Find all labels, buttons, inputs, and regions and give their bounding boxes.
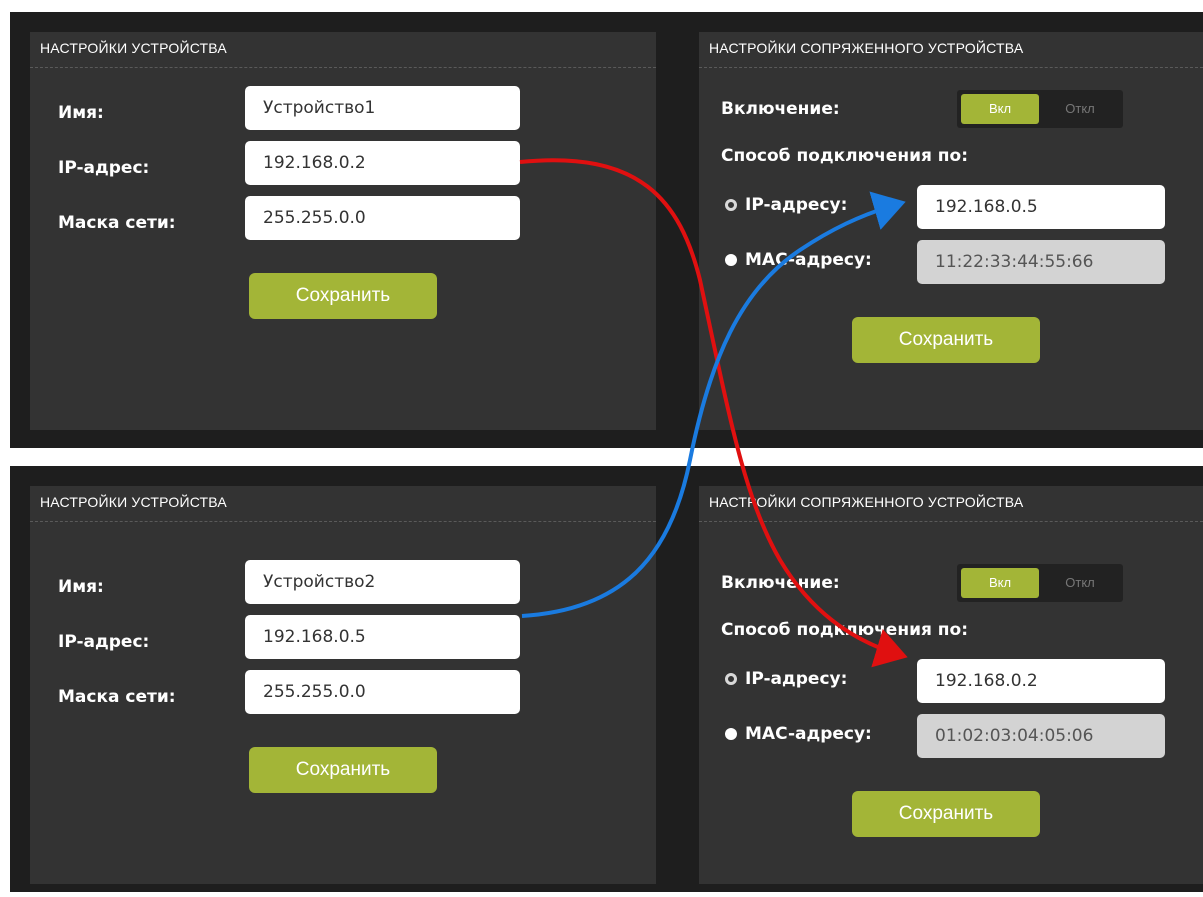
panel-title: НАСТРОЙКИ УСТРОЙСТВА: [40, 40, 227, 56]
save-button[interactable]: Сохранить: [852, 791, 1040, 837]
save-button[interactable]: Сохранить: [249, 747, 437, 793]
name-input[interactable]: Устройство2: [245, 560, 520, 604]
divider: [699, 521, 1203, 522]
divider: [30, 521, 656, 522]
toggle-off-option[interactable]: Откл: [1041, 94, 1119, 124]
paired-mac-input[interactable]: 11:22:33:44:55:66: [917, 240, 1165, 284]
device2-block: НАСТРОЙКИ УСТРОЙСТВА Имя: Устройство2 IP…: [10, 466, 1203, 892]
enable-toggle[interactable]: Вкл Откл: [957, 90, 1123, 128]
paired-mac-input[interactable]: 01:02:03:04:05:06: [917, 714, 1165, 758]
mask-label: Маска сети:: [58, 213, 176, 233]
device1-settings-panel: НАСТРОЙКИ УСТРОЙСТВА Имя: Устройство1 IP…: [30, 32, 656, 430]
divider: [30, 67, 656, 68]
enable-label: Включение:: [721, 573, 840, 593]
enable-label: Включение:: [721, 99, 840, 119]
panel-title: НАСТРОЙКИ СОПРЯЖЕННОГО УСТРОЙСТВА: [709, 40, 1024, 56]
toggle-on-option[interactable]: Вкл: [961, 94, 1039, 124]
panel-title: НАСТРОЙКИ УСТРОЙСТВА: [40, 494, 227, 510]
mask-label: Маска сети:: [58, 687, 176, 707]
name-input[interactable]: Устройство1: [245, 86, 520, 130]
paired-ip-input[interactable]: 192.168.0.5: [917, 185, 1165, 229]
mac-option-label: MAC-адресу:: [745, 250, 872, 270]
radio-unselected-icon[interactable]: [725, 728, 737, 740]
toggle-on-option[interactable]: Вкл: [961, 568, 1039, 598]
ip-option-label: IP-адресу:: [745, 195, 848, 215]
toggle-off-option[interactable]: Откл: [1041, 568, 1119, 598]
panel-title: НАСТРОЙКИ СОПРЯЖЕННОГО УСТРОЙСТВА: [709, 494, 1024, 510]
ip-label: IP-адрес:: [58, 632, 150, 652]
radio-selected-icon[interactable]: [725, 199, 737, 211]
device2-paired-panel: НАСТРОЙКИ СОПРЯЖЕННОГО УСТРОЙСТВА Включе…: [699, 486, 1203, 884]
save-button[interactable]: Сохранить: [852, 317, 1040, 363]
ip-input[interactable]: 192.168.0.5: [245, 615, 520, 659]
mask-input[interactable]: 255.255.0.0: [245, 670, 520, 714]
radio-unselected-icon[interactable]: [725, 254, 737, 266]
enable-toggle[interactable]: Вкл Откл: [957, 564, 1123, 602]
mask-input[interactable]: 255.255.0.0: [245, 196, 520, 240]
paired-ip-input[interactable]: 192.168.0.2: [917, 659, 1165, 703]
radio-selected-icon[interactable]: [725, 673, 737, 685]
connect-method-label: Способ подключения по:: [721, 146, 969, 166]
ip-input[interactable]: 192.168.0.2: [245, 141, 520, 185]
ip-label: IP-адрес:: [58, 158, 150, 178]
save-button[interactable]: Сохранить: [249, 273, 437, 319]
device1-block: НАСТРОЙКИ УСТРОЙСТВА Имя: Устройство1 IP…: [10, 12, 1203, 448]
device1-paired-panel: НАСТРОЙКИ СОПРЯЖЕННОГО УСТРОЙСТВА Включе…: [699, 32, 1203, 430]
name-label: Имя:: [58, 577, 104, 597]
device2-settings-panel: НАСТРОЙКИ УСТРОЙСТВА Имя: Устройство2 IP…: [30, 486, 656, 884]
mac-option-label: MAC-адресу:: [745, 724, 872, 744]
connect-method-label: Способ подключения по:: [721, 620, 969, 640]
name-label: Имя:: [58, 103, 104, 123]
ip-option-label: IP-адресу:: [745, 669, 848, 689]
divider: [699, 67, 1203, 68]
